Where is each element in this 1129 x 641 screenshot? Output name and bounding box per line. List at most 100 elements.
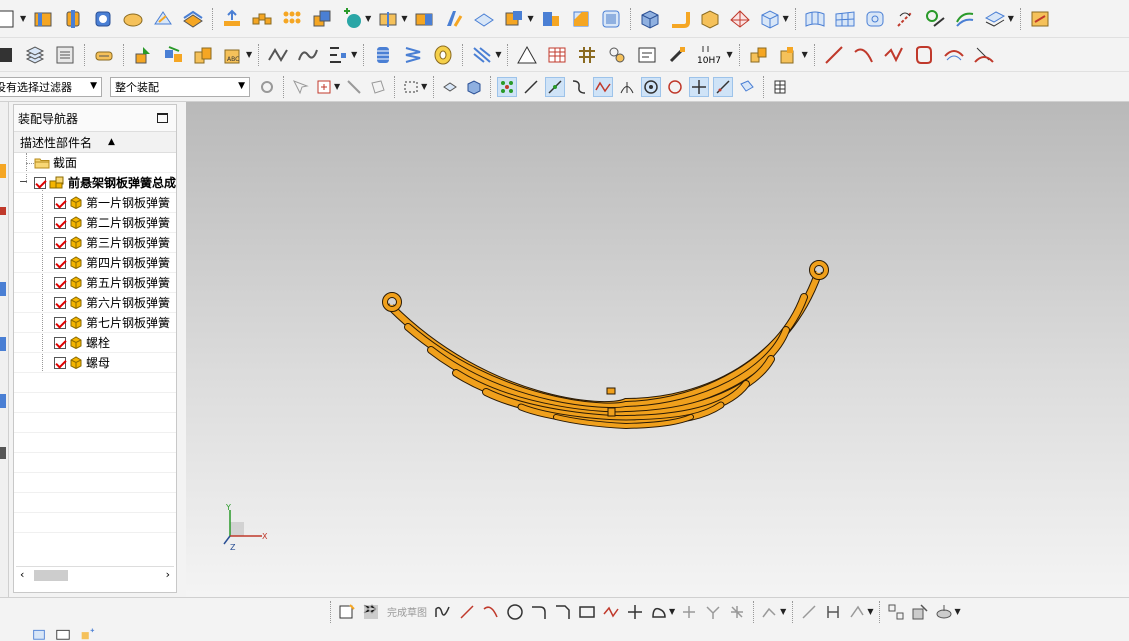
selection-scope-dropdown[interactable]: 整个装配 ▼ xyxy=(110,76,250,97)
trim-body-icon[interactable] xyxy=(413,8,435,30)
ruled-surface-icon[interactable] xyxy=(984,8,1006,30)
window-icon[interactable] xyxy=(54,625,72,641)
visibility-checkbox[interactable] xyxy=(54,236,66,249)
tree-node-part[interactable]: 第七片钢板弹簧 xyxy=(14,313,176,333)
finish-sketch-label[interactable]: 完成草图 xyxy=(387,604,427,619)
sketch-icon[interactable] xyxy=(267,44,289,66)
sketch-plane-icon[interactable] xyxy=(338,603,356,621)
pattern-icon[interactable] xyxy=(251,8,273,30)
leaf-spring-model[interactable] xyxy=(186,102,1129,597)
array-icon[interactable] xyxy=(281,8,303,30)
geometric-constraint-icon[interactable] xyxy=(848,603,866,621)
tree-node-part[interactable]: 第一片钢板弹簧 xyxy=(14,193,176,213)
resource-tab-marker[interactable] xyxy=(0,394,6,408)
triangle-icon[interactable] xyxy=(516,44,538,66)
sweep-icon[interactable] xyxy=(152,8,174,30)
edit-object-display-icon[interactable] xyxy=(93,44,115,66)
end-point-icon[interactable] xyxy=(522,78,540,96)
show-constraints-icon[interactable] xyxy=(911,603,929,621)
wave-link-icon[interactable] xyxy=(1029,8,1051,30)
resource-tab-marker[interactable] xyxy=(0,164,6,178)
chamfer-icon[interactable] xyxy=(570,8,592,30)
bend-icon[interactable] xyxy=(669,8,691,30)
datum-icon[interactable] xyxy=(341,7,363,30)
view-triad[interactable]: Y X Z xyxy=(222,504,272,554)
intersection-point-icon[interactable] xyxy=(593,76,614,97)
existing-point-icon[interactable] xyxy=(689,76,710,97)
tree-node-part[interactable]: 螺栓 xyxy=(14,333,176,353)
horizontal-scrollbar[interactable]: ‹ › xyxy=(16,566,174,582)
maximize-icon[interactable] xyxy=(157,113,168,123)
split-body-icon[interactable] xyxy=(377,8,399,30)
chevron-down-icon[interactable]: ▼ xyxy=(1008,14,1014,23)
rectangle-select-icon[interactable] xyxy=(402,78,420,96)
linear-dimension-icon[interactable] xyxy=(824,603,842,621)
washer-icon[interactable] xyxy=(432,44,454,66)
column-header[interactable]: 描述性部件名 ▲ xyxy=(14,131,176,153)
visibility-checkbox[interactable] xyxy=(54,196,66,209)
visibility-checkbox[interactable] xyxy=(54,256,66,269)
studio-surface-icon[interactable] xyxy=(894,8,916,30)
select-edge-icon[interactable] xyxy=(345,78,363,96)
scrollbar-thumb[interactable] xyxy=(34,570,68,581)
control-point-icon[interactable] xyxy=(570,78,588,96)
explosion-view-icon[interactable]: ABC xyxy=(222,44,244,66)
offset-face-icon[interactable] xyxy=(473,8,495,30)
select-face-icon[interactable] xyxy=(369,78,387,96)
arc-center-icon[interactable] xyxy=(618,78,636,96)
tree-node-part[interactable]: 第二片钢板弹簧 xyxy=(14,213,176,233)
gear-filter-icon[interactable] xyxy=(258,78,276,96)
point-on-curve-icon[interactable] xyxy=(713,76,734,97)
part-icon[interactable] xyxy=(30,625,48,641)
assembly-icon[interactable] xyxy=(192,44,214,66)
layer-visible-icon[interactable] xyxy=(54,44,76,66)
chevron-down-icon[interactable]: ▼ xyxy=(527,14,533,23)
selection-filter-dropdown[interactable]: 没有选择过滤器 ▼ xyxy=(0,76,102,97)
circle-center-icon[interactable] xyxy=(641,76,662,97)
arc-icon[interactable] xyxy=(853,44,875,66)
add-component-icon[interactable] xyxy=(748,44,770,66)
profile-icon[interactable] xyxy=(434,603,452,621)
project-curve-icon[interactable] xyxy=(973,44,995,66)
chevron-down-icon[interactable]: ▼ xyxy=(334,82,340,91)
quadrant-point-icon[interactable] xyxy=(666,78,684,96)
chevron-down-icon[interactable]: ▼ xyxy=(669,607,675,616)
thread-icon[interactable] xyxy=(471,44,493,66)
show-hidden-icon[interactable] xyxy=(441,78,459,96)
chevron-down-icon[interactable]: ▼ xyxy=(246,50,252,59)
new-component-icon[interactable] xyxy=(778,44,800,66)
visibility-checkbox[interactable] xyxy=(54,216,66,229)
coil-spring-icon[interactable] xyxy=(402,44,424,66)
chevron-down-icon[interactable]: ▼ xyxy=(421,82,427,91)
arc-icon[interactable] xyxy=(482,603,500,621)
tree-node-root-assembly[interactable]: − 前悬架钢板弹簧总成 xyxy=(14,173,176,193)
layer-settings-icon[interactable] xyxy=(0,44,16,66)
resource-tab-marker[interactable] xyxy=(0,207,6,215)
distribution-icon[interactable] xyxy=(327,44,349,66)
fillet-icon[interactable] xyxy=(530,603,548,621)
select-feature-icon[interactable] xyxy=(315,78,333,96)
offset-curve-icon[interactable] xyxy=(943,44,965,66)
note-icon[interactable] xyxy=(636,44,658,66)
cube-wire-icon[interactable] xyxy=(759,8,781,30)
curve-sketch-icon[interactable] xyxy=(297,44,319,66)
chevron-down-icon[interactable]: ▼ xyxy=(783,14,789,23)
resource-tab-marker[interactable] xyxy=(0,337,6,351)
emboss-icon[interactable] xyxy=(221,8,243,30)
revolve-icon[interactable] xyxy=(122,8,144,30)
assembly-constraint-icon[interactable] xyxy=(162,44,184,66)
studio-spline-icon[interactable] xyxy=(883,44,905,66)
cylinder-icon[interactable] xyxy=(62,8,84,30)
chevron-down-icon[interactable]: ▼ xyxy=(20,14,26,23)
select-component-icon[interactable] xyxy=(291,78,309,96)
scroll-right-icon[interactable]: › xyxy=(166,568,170,581)
chevron-down-icon[interactable]: ▼ xyxy=(867,607,873,616)
auto-constrain-icon[interactable] xyxy=(887,603,905,621)
tree-node-part[interactable]: 第六片钢板弹簧 xyxy=(14,293,176,313)
pyramid-icon[interactable] xyxy=(729,8,751,30)
scale-body-icon[interactable] xyxy=(503,8,525,30)
scroll-left-icon[interactable]: ‹ xyxy=(20,568,24,581)
swept-surface-icon[interactable] xyxy=(954,8,976,30)
visibility-checkbox[interactable] xyxy=(54,296,66,309)
chevron-down-icon[interactable]: ▼ xyxy=(351,50,357,59)
